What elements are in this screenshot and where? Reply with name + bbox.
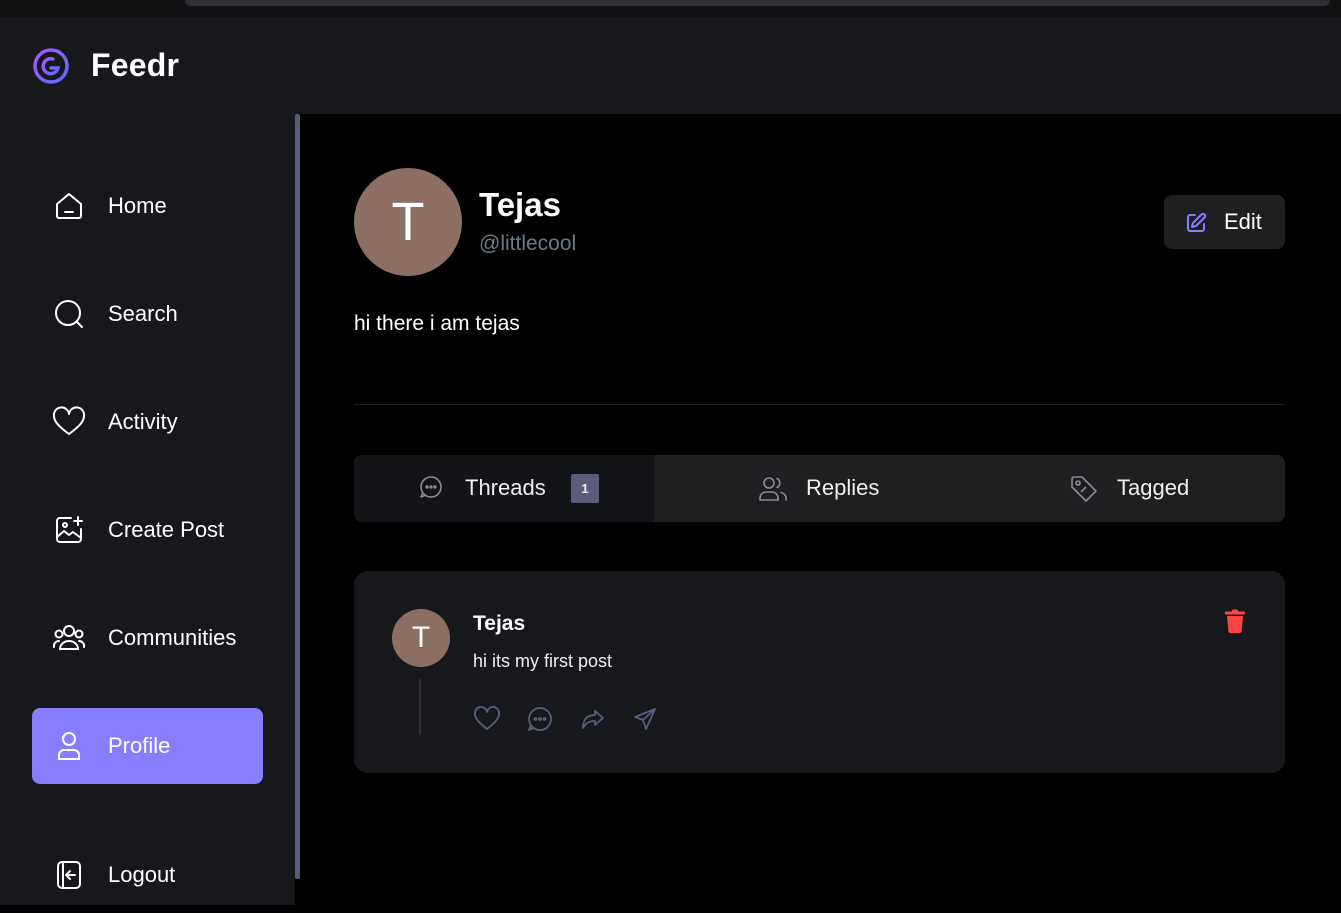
profile-handle: @littlecool	[479, 232, 577, 255]
heart-icon	[52, 406, 86, 438]
tab-tagged-label: Tagged	[1117, 475, 1190, 500]
reply-icon[interactable]	[526, 705, 554, 733]
profile-main: T Tejas @littlecool Edit hi there i am t…	[300, 114, 1341, 905]
tab-replies[interactable]: Replies	[654, 455, 974, 522]
tab-tagged[interactable]: Tagged	[974, 455, 1285, 522]
sidebar-item-communities[interactable]: Communities	[32, 600, 263, 676]
edit-button-label: Edit	[1224, 209, 1262, 234]
edit-profile-button[interactable]: Edit	[1164, 195, 1285, 249]
sidebar-item-profile[interactable]: Profile	[32, 708, 263, 784]
profile-tabs: Threads 1 Replies Tagged	[354, 455, 1285, 522]
thread-line	[419, 679, 421, 735]
sidebar: Home Search Activity Create Post Communi…	[0, 114, 295, 905]
chat-bubble-icon	[418, 474, 448, 504]
sidebar-item-label: Profile	[108, 733, 171, 758]
tab-replies-label: Replies	[806, 475, 880, 500]
post-author-name[interactable]: Tejas	[473, 612, 525, 636]
app-name[interactable]: Feedr	[91, 47, 179, 84]
image-plus-icon	[52, 514, 86, 546]
sidebar-item-activity[interactable]: Activity	[32, 384, 263, 460]
profile-bio: hi there i am tejas	[354, 312, 520, 335]
threads-count-badge: 1	[571, 474, 599, 503]
tab-threads-label: Threads	[465, 475, 546, 500]
logout-icon	[52, 859, 86, 891]
divider	[354, 404, 1285, 405]
sidebar-item-label: Logout	[108, 862, 176, 887]
heart-icon[interactable]	[473, 705, 501, 733]
thread-card: T Tejas hi its my first post	[354, 571, 1285, 773]
profile-name: Tejas	[479, 186, 561, 223]
sidebar-item-label: Activity	[108, 409, 178, 434]
search-icon	[52, 298, 86, 330]
tag-icon	[1069, 474, 1099, 504]
sidebar-item-create-post[interactable]: Create Post	[32, 492, 263, 568]
logo-icon[interactable]	[31, 46, 71, 86]
trash-icon[interactable]	[1223, 608, 1247, 634]
post-text: hi its my first post	[473, 651, 613, 671]
users-icon	[758, 474, 788, 504]
repost-icon[interactable]	[579, 705, 607, 733]
sidebar-item-label: Search	[108, 301, 178, 326]
post-author-avatar[interactable]: T	[392, 609, 450, 667]
edit-icon	[1184, 211, 1208, 235]
sidebar-item-label: Create Post	[108, 517, 225, 542]
sidebar-item-search[interactable]: Search	[32, 276, 263, 352]
browser-chrome-strip	[0, 0, 1341, 17]
tab-threads[interactable]: Threads 1	[354, 455, 654, 522]
browser-address-bar-edge	[185, 0, 1330, 6]
sidebar-item-label: Home	[108, 193, 167, 218]
home-icon	[52, 190, 86, 222]
topbar: Feedr	[0, 17, 1341, 114]
share-icon[interactable]	[631, 705, 659, 733]
profile-avatar: T	[354, 168, 462, 276]
sidebar-item-label: Communities	[108, 625, 237, 650]
sidebar-item-logout[interactable]: Logout	[32, 837, 263, 913]
user-icon	[52, 730, 86, 762]
users-icon	[52, 622, 86, 654]
sidebar-item-home[interactable]: Home	[32, 168, 263, 244]
